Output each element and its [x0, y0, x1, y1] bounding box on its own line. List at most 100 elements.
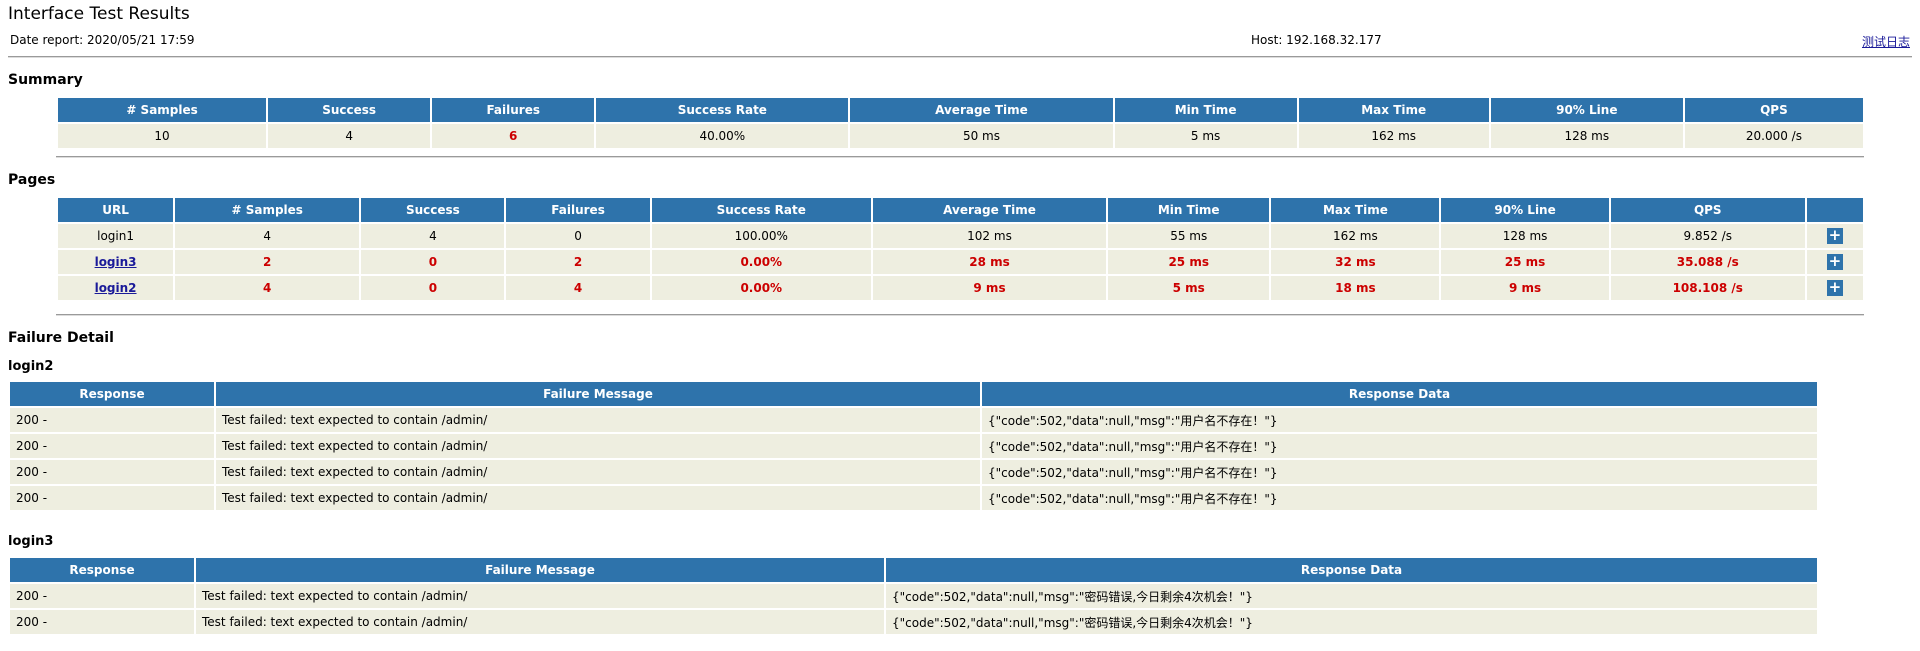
response-data: {"code":502,"data":null,"msg":"密码错误,今日剩余… [886, 610, 1817, 634]
response-code: 200 - [10, 434, 214, 458]
summary-table: # Samples Success Failures Success Rate … [56, 96, 1865, 150]
page-qps: 108.108 /s [1610, 276, 1805, 300]
failure-header-row: Response Failure Message Response Data [10, 558, 1817, 582]
table-row: login2 4 0 4 0.00% 9 ms 5 ms 18 ms 9 ms … [58, 276, 1863, 300]
summary-success-rate: 40.00% [596, 124, 849, 148]
failure-message: Test failed: text expected to contain /a… [216, 434, 980, 458]
column-header: Success [361, 198, 505, 222]
divider [56, 156, 1864, 158]
pages-title: Pages [8, 172, 56, 188]
summary-average-time: 50 ms [850, 124, 1113, 148]
failure-header-row: Response Failure Message Response Data [10, 382, 1817, 406]
divider [8, 56, 1912, 58]
page-failures: 4 [506, 276, 650, 300]
column-header: Response Data [886, 558, 1817, 582]
summary-failures: 6 [432, 124, 595, 148]
pages-header-row: URL # Samples Success Failures Success R… [58, 198, 1863, 222]
page-max-time: 32 ms [1271, 250, 1440, 274]
page-url: login2 [58, 276, 174, 300]
page-min-time: 25 ms [1108, 250, 1270, 274]
page-title: Interface Test Results [8, 4, 190, 24]
page-max-time: 162 ms [1271, 224, 1440, 248]
summary-max-time: 162 ms [1298, 124, 1489, 148]
page-url: login1 [58, 224, 174, 248]
column-header: Response [10, 558, 194, 582]
summary-row: 10 4 6 40.00% 50 ms 5 ms 162 ms 128 ms 2… [58, 124, 1863, 148]
summary-success: 4 [268, 124, 431, 148]
column-header: Response Data [982, 382, 1817, 406]
page-samples: 2 [175, 250, 360, 274]
expand-cell: + [1806, 250, 1863, 274]
column-header: QPS [1610, 198, 1805, 222]
column-header: Max Time [1298, 98, 1489, 122]
page-samples: 4 [175, 276, 360, 300]
table-row: 200 - Test failed: text expected to cont… [10, 434, 1817, 458]
page-success: 4 [361, 224, 505, 248]
page-qps: 9.852 /s [1610, 224, 1805, 248]
response-code: 200 - [10, 610, 194, 634]
page-link-login3[interactable]: login3 [95, 255, 137, 269]
table-row: 200 - Test failed: text expected to cont… [10, 460, 1817, 484]
page-average-time: 28 ms [872, 250, 1107, 274]
response-code: 200 - [10, 408, 214, 432]
response-data: {"code":502,"data":null,"msg":"密码错误,今日剩余… [886, 584, 1817, 608]
response-code: 200 - [10, 584, 194, 608]
column-header: URL [58, 198, 174, 222]
summary-header-row: # Samples Success Failures Success Rate … [58, 98, 1863, 122]
divider [56, 314, 1864, 316]
page-samples: 4 [175, 224, 360, 248]
column-header: Response [10, 382, 214, 406]
page-min-time: 55 ms [1108, 224, 1270, 248]
page-success: 0 [361, 276, 505, 300]
column-header: Failure Message [196, 558, 884, 582]
expand-cell: + [1806, 224, 1863, 248]
failure-message: Test failed: text expected to contain /a… [216, 408, 980, 432]
table-row: 200 - Test failed: text expected to cont… [10, 584, 1817, 608]
summary-min-time: 5 ms [1114, 124, 1297, 148]
failure-group-title-login3: login3 [8, 534, 54, 549]
table-row: login1 4 4 0 100.00% 102 ms 55 ms 162 ms… [58, 224, 1863, 248]
table-row: login3 2 0 2 0.00% 28 ms 25 ms 32 ms 25 … [58, 250, 1863, 274]
column-header: 90% Line [1441, 198, 1609, 222]
column-header: # Samples [175, 198, 360, 222]
page-url: login3 [58, 250, 174, 274]
page-success: 0 [361, 250, 505, 274]
column-header: 90% Line [1490, 98, 1683, 122]
page-link-login2[interactable]: login2 [95, 281, 137, 295]
page-90-line: 128 ms [1441, 224, 1609, 248]
summary-qps: 20.000 /s [1684, 124, 1863, 148]
pages-table: URL # Samples Success Failures Success R… [56, 196, 1865, 302]
page-failures: 0 [506, 224, 650, 248]
failure-message: Test failed: text expected to contain /a… [196, 610, 884, 634]
expand-plus-icon[interactable]: + [1826, 228, 1843, 244]
response-data: {"code":502,"data":null,"msg":"用户名不存在！"} [982, 486, 1817, 510]
column-header: Success Rate [596, 98, 849, 122]
response-data: {"code":502,"data":null,"msg":"用户名不存在！"} [982, 460, 1817, 484]
failure-message: Test failed: text expected to contain /a… [216, 486, 980, 510]
table-row: 200 - Test failed: text expected to cont… [10, 486, 1817, 510]
expand-plus-icon[interactable]: + [1826, 280, 1843, 296]
column-header: Average Time [872, 198, 1107, 222]
column-header: Failures [432, 98, 595, 122]
report-page: Interface Test Results Date report: 2020… [0, 0, 1920, 651]
failure-group-title-login2: login2 [8, 359, 54, 374]
page-90-line: 9 ms [1441, 276, 1609, 300]
summary-samples: 10 [58, 124, 267, 148]
failure-message: Test failed: text expected to contain /a… [216, 460, 980, 484]
table-row: 200 - Test failed: text expected to cont… [10, 408, 1817, 432]
summary-title: Summary [8, 72, 83, 88]
test-log-link[interactable]: 测试日志 [1862, 33, 1910, 50]
expand-plus-icon[interactable]: + [1826, 254, 1843, 270]
column-header: Success [268, 98, 431, 122]
page-qps: 35.088 /s [1610, 250, 1805, 274]
column-header: # Samples [58, 98, 267, 122]
column-header: Success Rate [651, 198, 871, 222]
response-code: 200 - [10, 486, 214, 510]
column-header: Min Time [1108, 198, 1270, 222]
page-average-time: 9 ms [872, 276, 1107, 300]
response-code: 200 - [10, 460, 214, 484]
failure-detail-title: Failure Detail [8, 330, 114, 346]
expand-column-header [1806, 198, 1863, 222]
failure-table-login2: Response Failure Message Response Data 2… [8, 380, 1819, 512]
page-success-rate: 0.00% [651, 276, 871, 300]
